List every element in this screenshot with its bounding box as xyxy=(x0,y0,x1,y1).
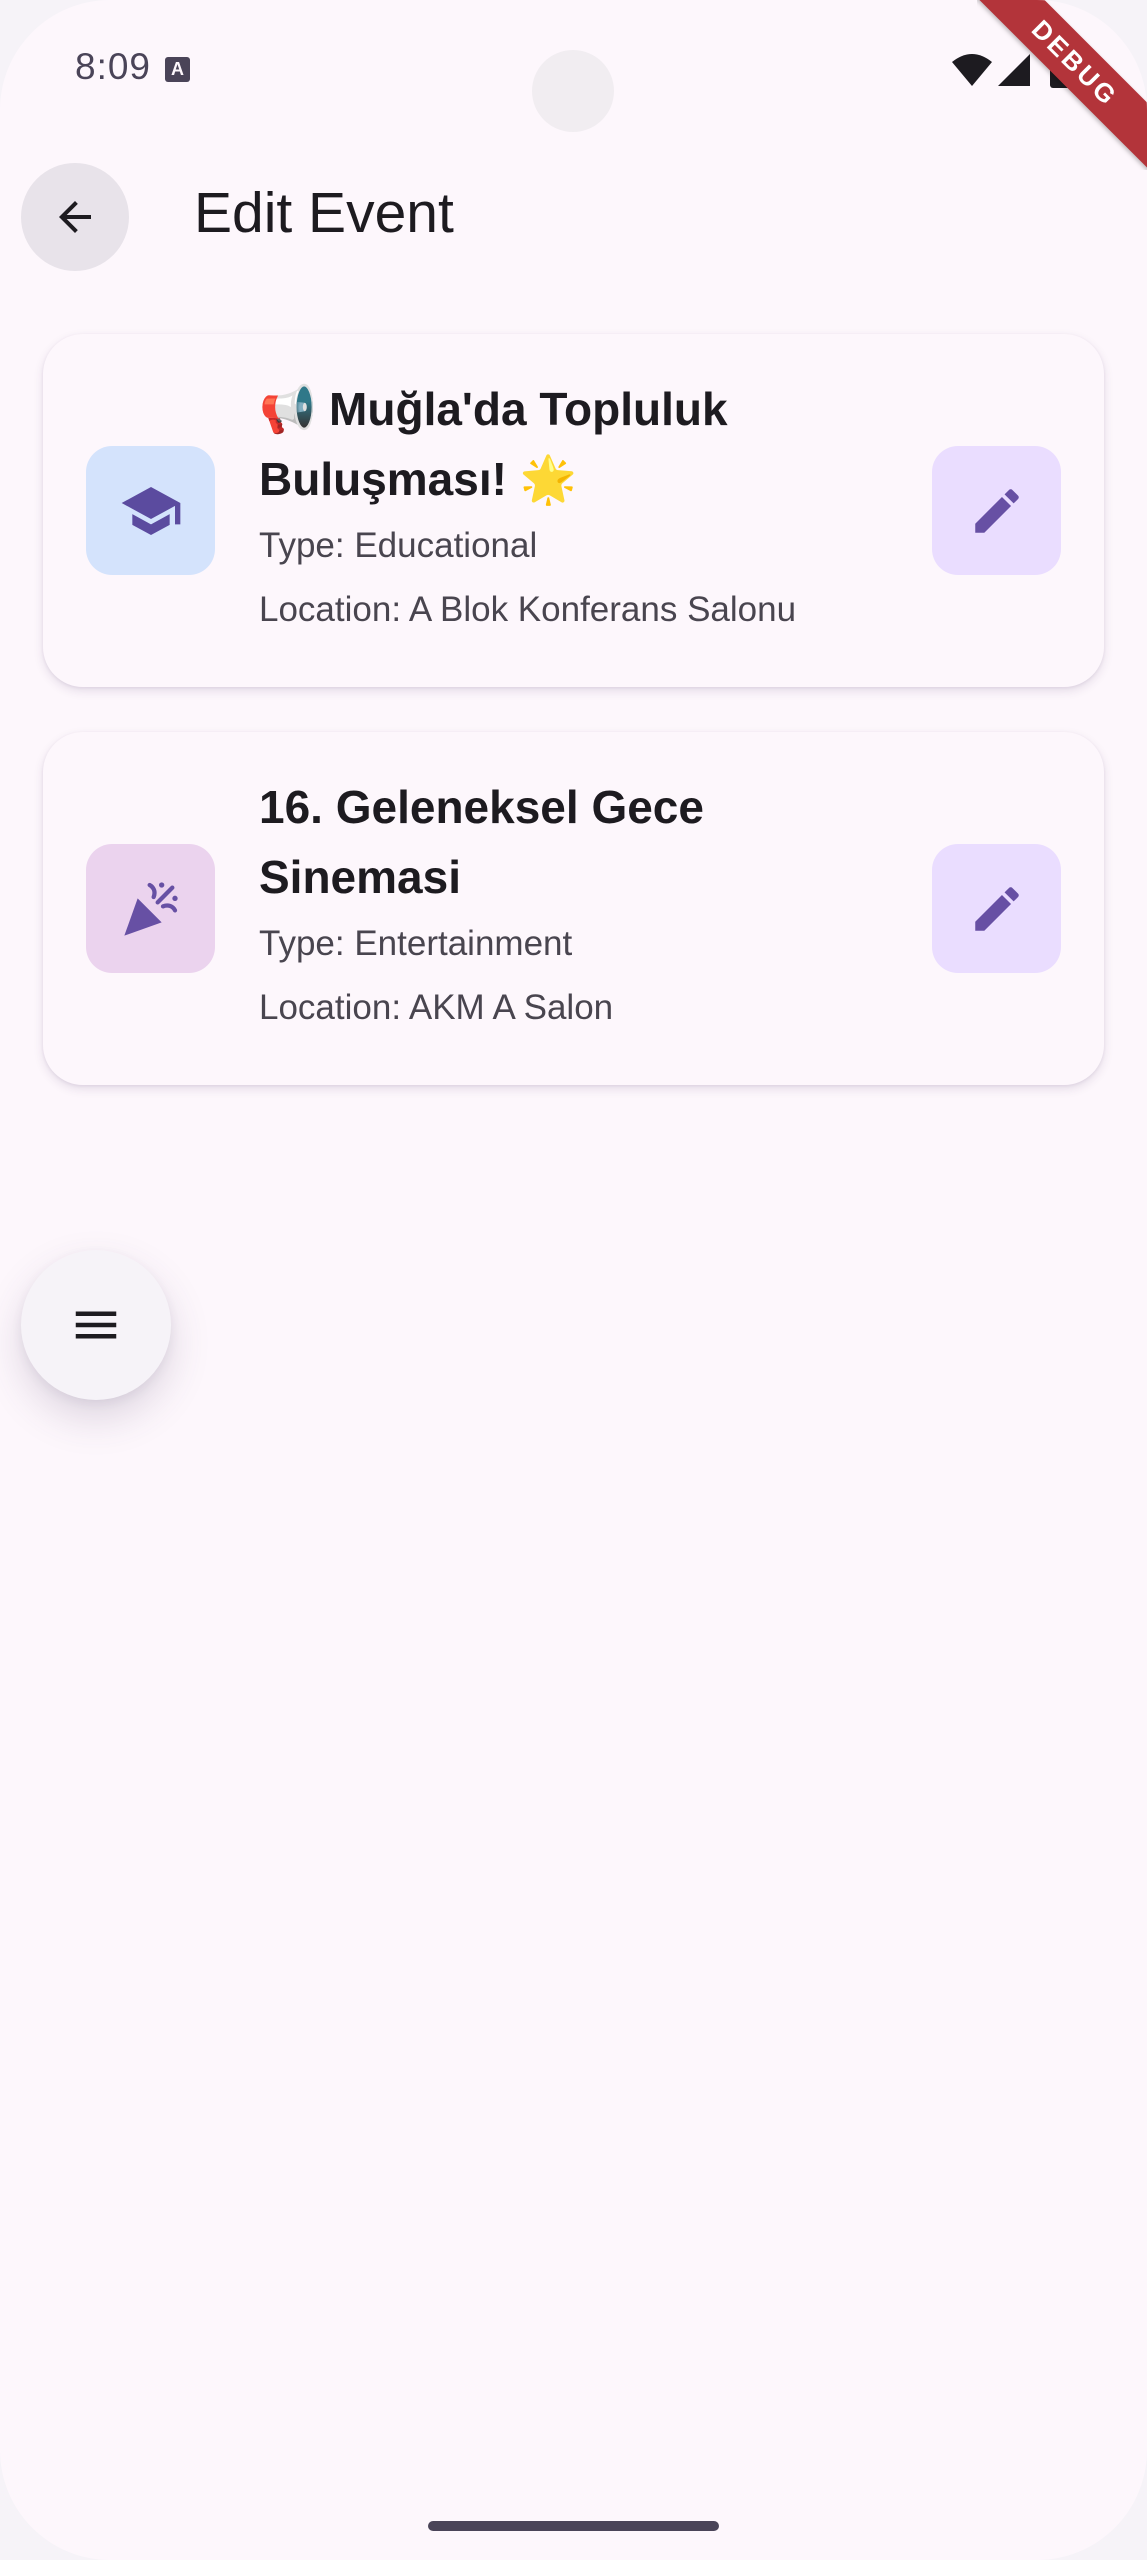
camera-cutout xyxy=(532,50,614,132)
event-title-line: Buluşması! 🌟 xyxy=(259,453,578,505)
edit-pencil-icon xyxy=(974,886,1019,931)
event-title-line: 📢 Muğla'da Topluluk xyxy=(259,383,728,435)
event-title-line: Sinemasi xyxy=(259,851,461,903)
event-type-tile xyxy=(86,844,215,973)
home-indicator[interactable] xyxy=(428,2521,719,2531)
event-title-line: 16. Geleneksel Gece xyxy=(259,781,704,833)
status-time: 8:09 xyxy=(75,46,152,87)
party-popper-icon xyxy=(123,881,178,936)
event-title: 📢 Muğla'da Topluluk Buluşması! 🌟 xyxy=(259,374,899,514)
event-card[interactable]: 16. Geleneksel Gece Sinemasi Type: Enter… xyxy=(43,732,1104,1085)
back-button[interactable] xyxy=(21,163,129,271)
page-title: Edit Event xyxy=(194,181,454,245)
event-type: Type: Entertainment xyxy=(259,924,573,963)
edit-event-button[interactable] xyxy=(932,446,1061,575)
debug-banner: DEBUG xyxy=(977,0,1147,170)
event-title: 16. Geleneksel Gece Sinemasi xyxy=(259,772,899,912)
edit-event-button[interactable] xyxy=(932,844,1061,973)
event-type-tile xyxy=(86,446,215,575)
menu-button[interactable] xyxy=(21,1250,171,1400)
arrow-back-icon xyxy=(59,201,91,233)
phone-screen: 8:09 A DEBUG Edit Event 📢 Muğla'da Toplu… xyxy=(0,0,1147,2560)
edit-pencil-icon xyxy=(974,488,1019,533)
graduation-cap-icon xyxy=(121,486,180,535)
a-icon: A xyxy=(165,57,190,82)
event-location: Location: A Blok Konferans Salonu xyxy=(259,590,797,629)
event-card[interactable]: 📢 Muğla'da Topluluk Buluşması! 🌟 Type: E… xyxy=(43,334,1104,687)
menu-icon xyxy=(75,1311,117,1339)
event-location: Location: AKM A Salon xyxy=(259,988,614,1027)
status-bar: 8:09 A DEBUG xyxy=(0,0,1147,170)
debug-label: DEBUG xyxy=(977,0,1147,170)
event-type: Type: Educational xyxy=(259,526,538,565)
event-details: 📢 Muğla'da Topluluk Buluşması! 🌟 Type: E… xyxy=(259,374,899,642)
event-details: 16. Geleneksel Gece Sinemasi Type: Enter… xyxy=(259,772,899,1040)
